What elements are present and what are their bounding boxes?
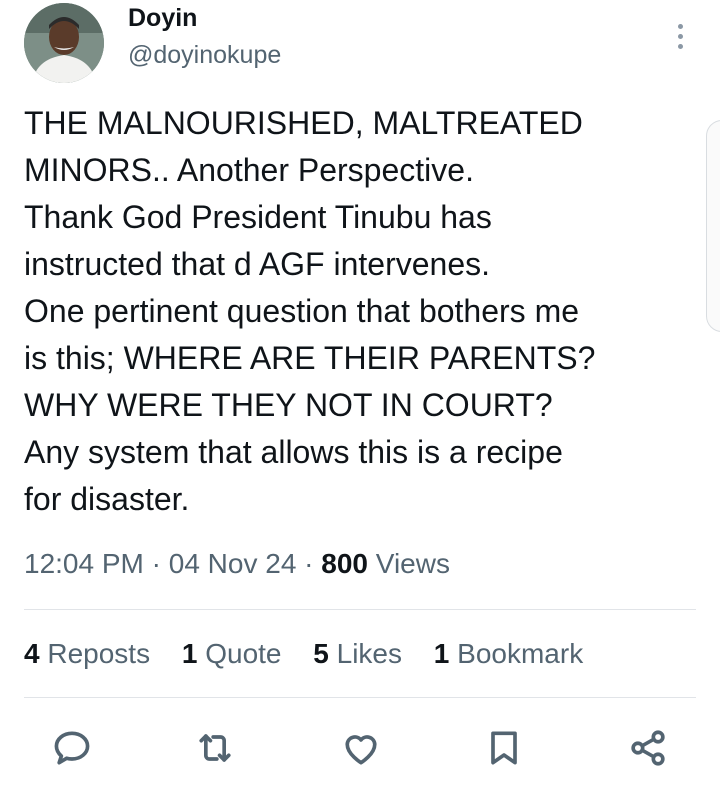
post-line: Thank God President Tinubu has [24, 199, 492, 235]
reposts-label: Reposts [47, 638, 151, 669]
reply-icon[interactable] [50, 726, 94, 770]
post-text: THE MALNOURISHED, MALTREATED MINORS.. An… [24, 100, 694, 523]
author-handle[interactable]: @doyinokupe [128, 41, 281, 70]
reposts-stat[interactable]: 4 Reposts [24, 638, 150, 669]
post-line: Any system that allows this is a recipe [24, 434, 563, 470]
post-line: One pertinent question that bothers me [24, 293, 580, 329]
avatar[interactable] [24, 3, 104, 83]
dot [677, 33, 683, 39]
dot [677, 23, 683, 29]
post-date[interactable]: 04 Nov 24 [169, 548, 297, 579]
quotes-label: Quote [205, 638, 282, 669]
reposts-count: 4 [24, 638, 40, 669]
quotes-count: 1 [181, 638, 198, 669]
more-options-icon[interactable] [666, 18, 694, 54]
post-line: MINORS.. Another Perspective. [24, 152, 474, 188]
quotes-stat[interactable]: 1 Quote [182, 638, 282, 669]
likes-stat[interactable]: 5 Likes [313, 638, 402, 669]
post-line: for disaster. [24, 481, 190, 517]
views-count: 800 [321, 548, 368, 579]
separator: · [304, 548, 314, 579]
author-name[interactable]: Doyin [128, 4, 197, 33]
likes-count: 5 [313, 638, 329, 669]
divider [24, 697, 696, 698]
post-line: instructed that d AGF intervenes. [24, 246, 491, 282]
post-time[interactable]: 12:04 PM [24, 548, 144, 579]
post-line: THE MALNOURISHED, MALTREATED [24, 105, 583, 141]
views-label: Views [375, 548, 450, 579]
bookmarks-label: Bookmark [457, 638, 584, 669]
post-line: WHY WERE THEY NOT IN COURT? [24, 387, 553, 423]
post-line: is this; WHERE ARE THEIR PARENTS? [24, 340, 596, 376]
share-icon[interactable] [626, 726, 670, 770]
action-bar [0, 726, 720, 770]
bookmark-icon[interactable] [482, 726, 526, 770]
like-icon[interactable] [339, 726, 383, 770]
dot [677, 43, 683, 49]
likes-label: Likes [336, 638, 403, 669]
bookmarks-count: 1 [433, 638, 450, 669]
repost-icon[interactable] [193, 726, 237, 770]
post-metadata: 12:04 PM · 04 Nov 24 · 800 Views [24, 548, 450, 580]
separator: · [151, 548, 161, 579]
divider [24, 609, 696, 610]
adjacent-card-edge [706, 120, 720, 332]
bookmarks-stat[interactable]: 1 Bookmark [434, 638, 583, 669]
engagement-stats: 4 Reposts 1 Quote 5 Likes 1 Bookmark [24, 638, 607, 670]
